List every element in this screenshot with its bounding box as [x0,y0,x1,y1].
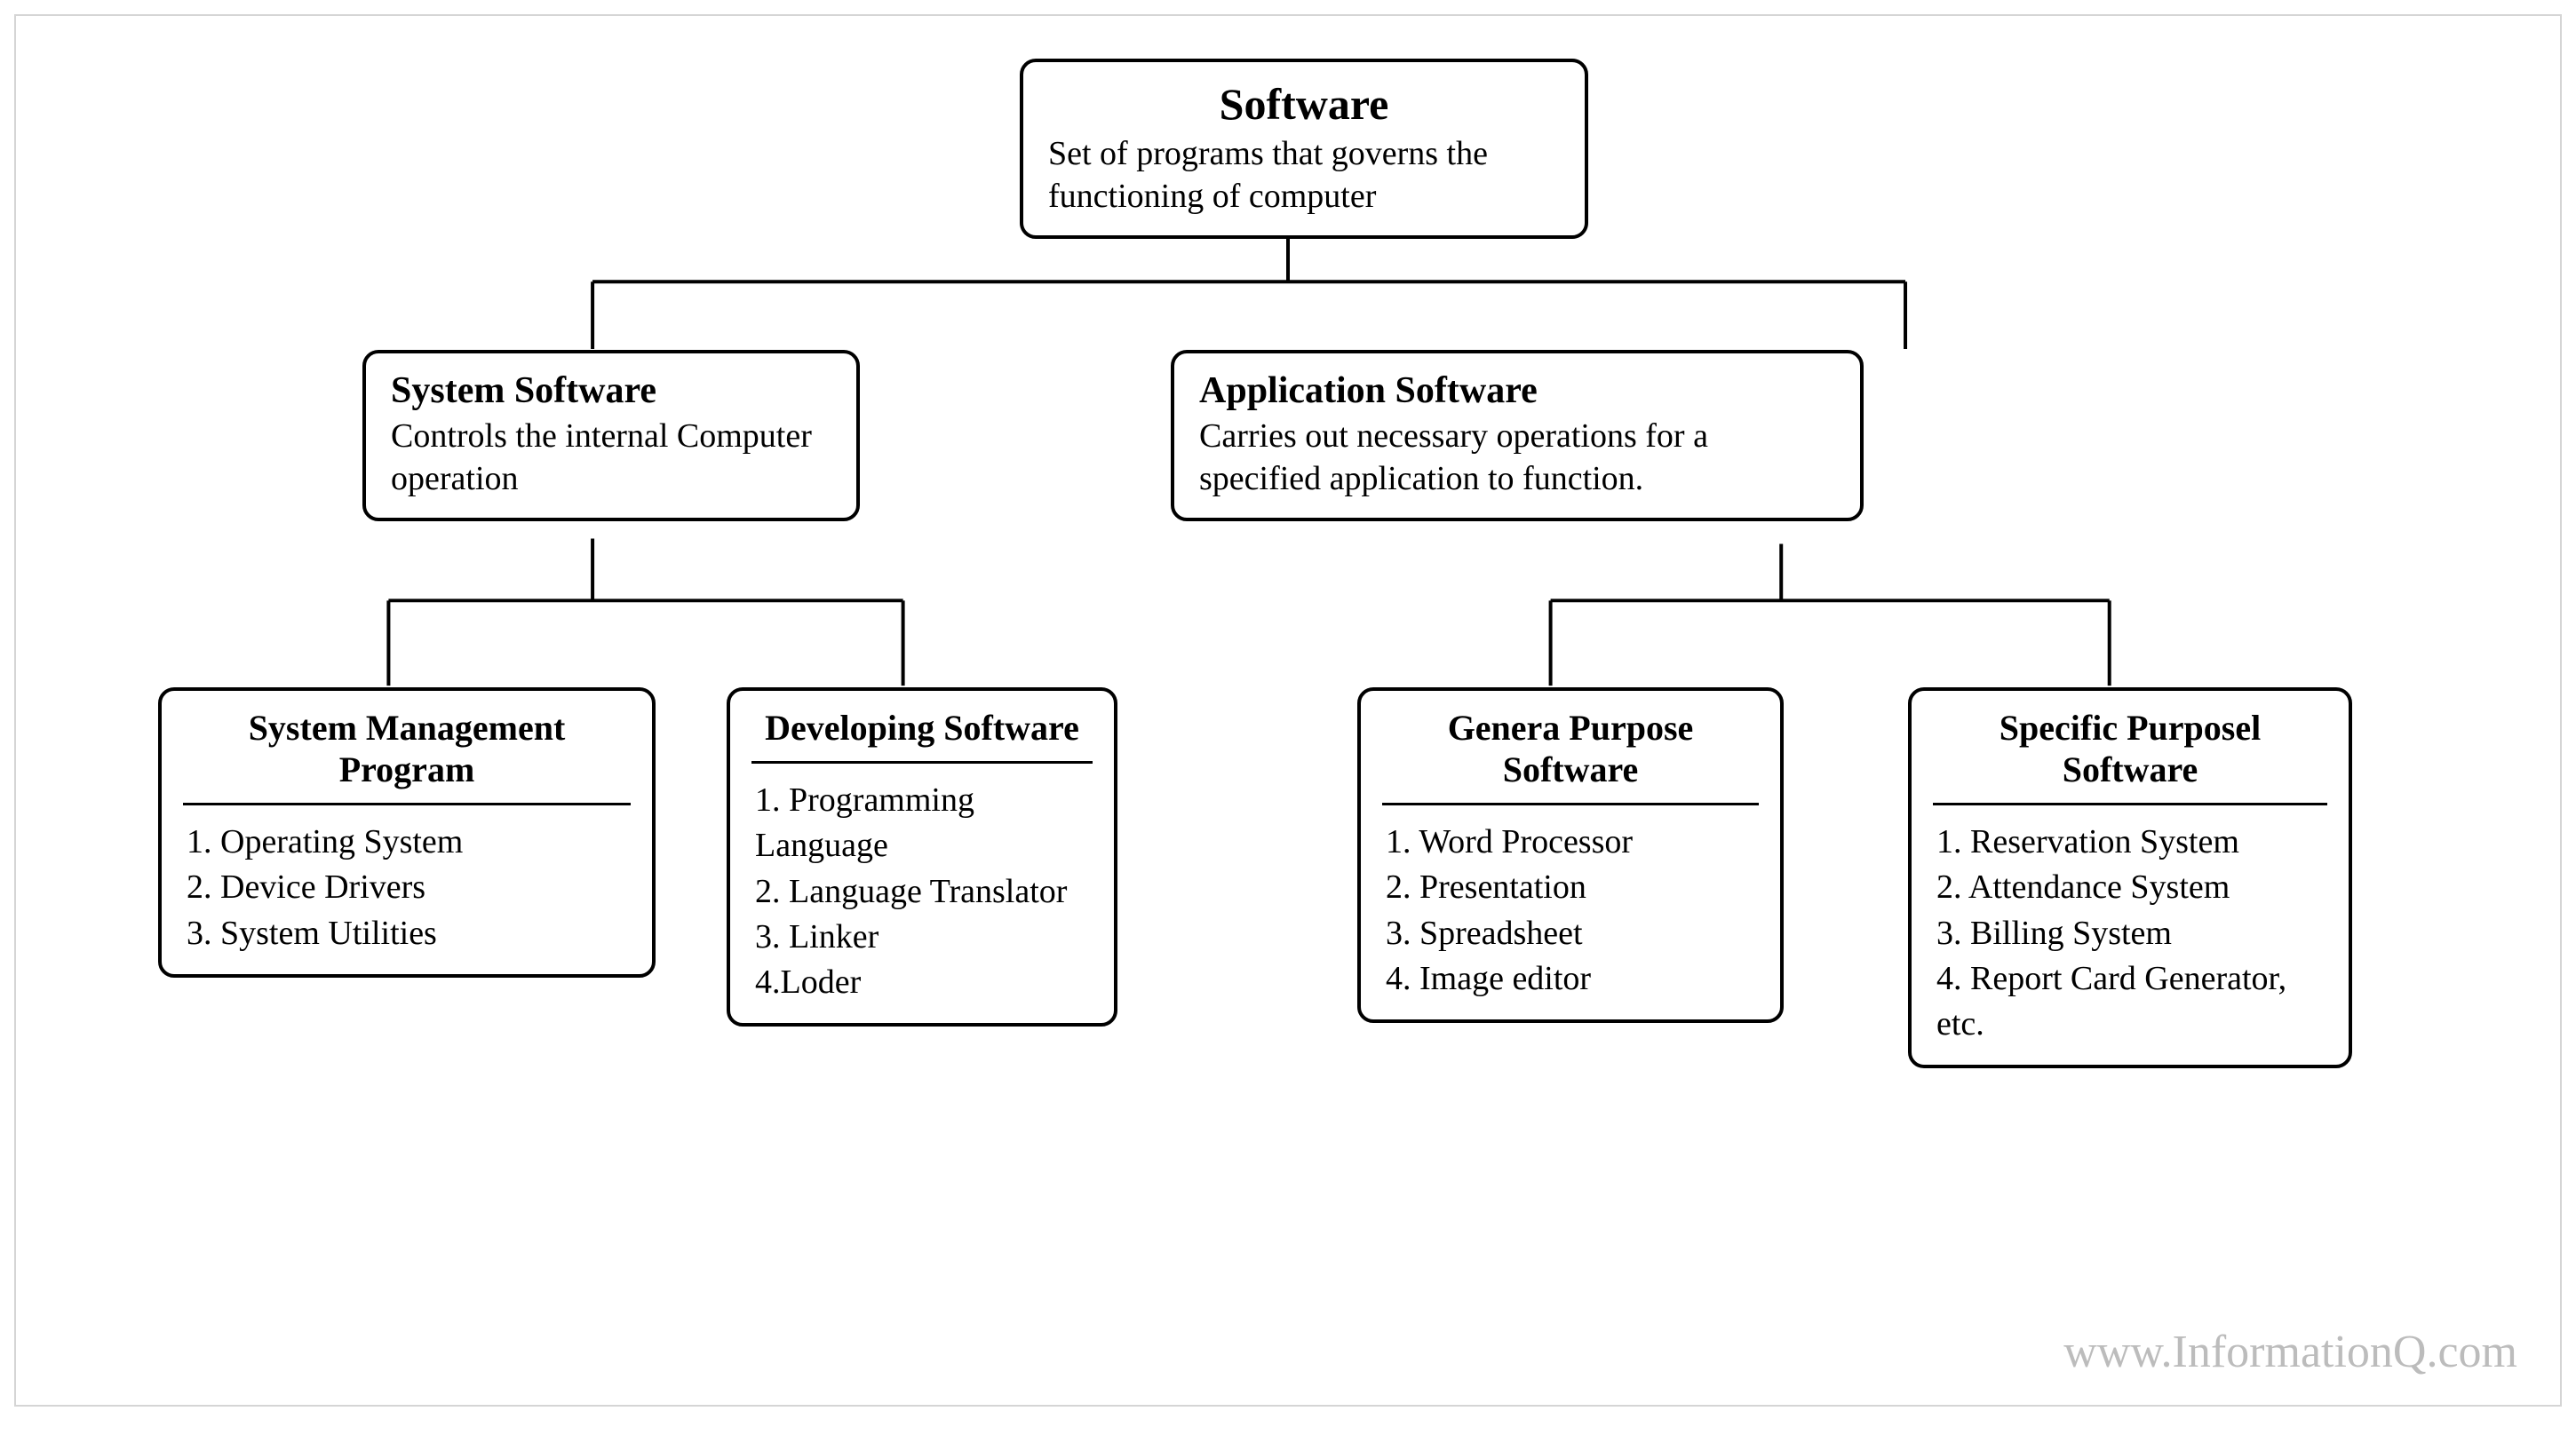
node-software: Software Set of programs that governs th… [1020,59,1588,239]
node-title: Specific Purposel Software [1936,707,2324,790]
node-specific-purpose-software: Specific Purposel Software 1. Reservatio… [1908,687,2352,1068]
node-items: 1. Word Processor2. Presentation3. Sprea… [1386,820,1755,1002]
node-title: System Management Program [187,707,627,790]
node-desc: Set of programs that governs the functio… [1048,133,1560,218]
node-system-software: System Software Controls the internal Co… [362,350,860,521]
separator [183,803,631,805]
separator [751,761,1093,764]
node-title: Software [1048,78,1560,130]
node-title: Application Software [1199,369,1835,412]
diagram-frame: Software Set of programs that governs th… [14,14,2562,1407]
node-items: 1. Programming Language2. Language Trans… [755,778,1089,1005]
watermark: www.InformationQ.com [2063,1326,2517,1378]
node-title: System Software [391,369,831,412]
node-items: 1. Operating System2. Device Drivers3. S… [187,820,627,956]
separator [1382,803,1759,805]
node-general-purpose-software: Genera Purpose Software 1. Word Processo… [1357,687,1784,1023]
node-application-software: Application Software Carries out necessa… [1171,350,1864,521]
separator [1933,803,2327,805]
node-desc: Carries out necessary operations for a s… [1199,416,1835,500]
node-title: Developing Software [755,707,1089,749]
node-developing-software: Developing Software 1. Programming Langu… [727,687,1117,1027]
node-desc: Controls the internal Computer operation [391,416,831,500]
node-system-management-program: System Management Program 1. Operating S… [158,687,656,978]
node-items: 1. Reservation System2. Attendance Syste… [1936,820,2324,1047]
node-title: Genera Purpose Software [1386,707,1755,790]
